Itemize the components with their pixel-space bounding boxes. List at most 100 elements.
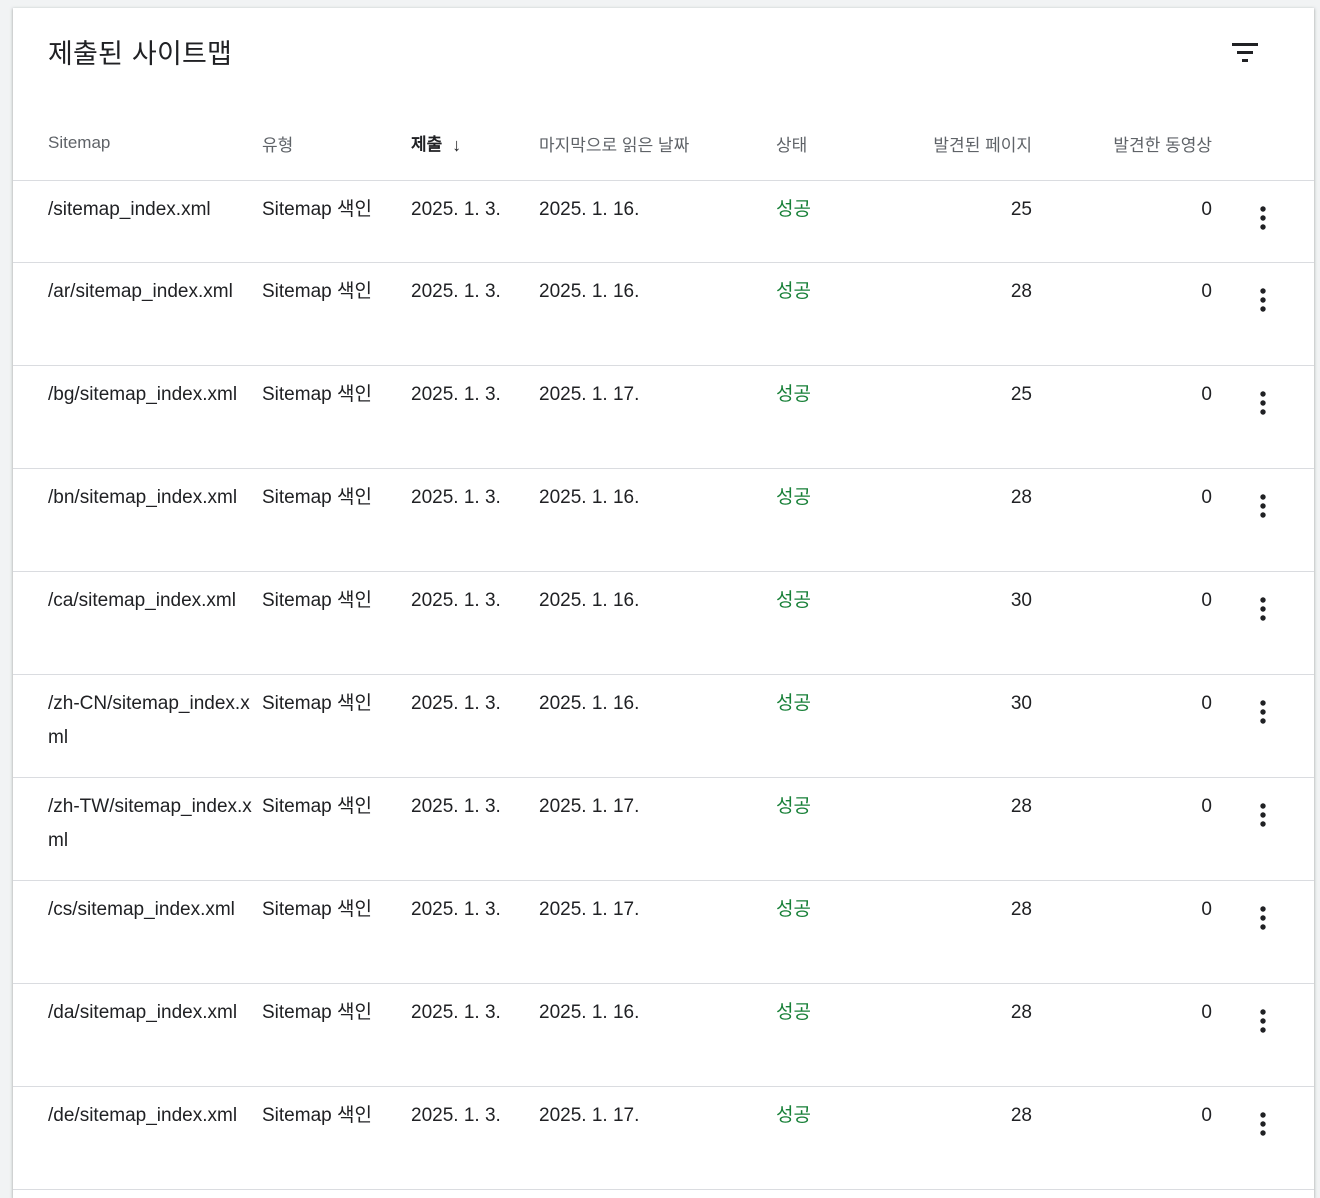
sitemap-type: Sitemap 색인	[262, 281, 372, 302]
sitemap-path[interactable]: /cs/sitemap_index.xml	[48, 893, 262, 927]
row-pad	[13, 262, 48, 366]
discovered-videos: 0	[1201, 899, 1212, 920]
discovered-videos: 0	[1201, 199, 1212, 220]
more-vert-icon[interactable]	[1251, 1008, 1275, 1038]
submitted-date: 2025. 1. 3.	[411, 487, 501, 508]
actions-cell	[1212, 880, 1314, 984]
table-row[interactable]: /de/sitemap_index.xml Sitemap 색인 2025. 1…	[13, 1086, 1314, 1190]
videos-cell: 0	[1032, 983, 1212, 1087]
discovered-videos: 0	[1201, 281, 1212, 302]
table-row[interactable]: /bg/sitemap_index.xml Sitemap 색인 2025. 1…	[13, 365, 1314, 469]
videos-cell: 0	[1032, 674, 1212, 778]
more-vert-icon[interactable]	[1251, 802, 1275, 832]
actions-cell	[1212, 262, 1314, 366]
header-discovered-pages[interactable]: 발견된 페이지	[876, 106, 1032, 181]
table-row[interactable]: /cs/sitemap_index.xml Sitemap 색인 2025. 1…	[13, 880, 1314, 984]
type-cell: Sitemap 색인	[262, 571, 411, 675]
table-row[interactable]: /sitemap_index.xml Sitemap 색인 2025. 1. 3…	[13, 180, 1314, 263]
type-cell: Sitemap 색인	[262, 983, 411, 1087]
type-cell: Sitemap 색인	[262, 262, 411, 366]
status-cell: 성공	[776, 180, 876, 263]
sitemap-type: Sitemap 색인	[262, 1105, 372, 1126]
type-cell: Sitemap 색인	[262, 880, 411, 984]
row-pad	[13, 468, 48, 572]
pages-cell: 30	[876, 674, 1032, 778]
discovered-pages: 28	[1010, 1105, 1032, 1126]
submitted-date: 2025. 1. 3.	[411, 1105, 501, 1126]
submitted-date: 2025. 1. 3.	[411, 899, 501, 920]
last-read-date: 2025. 1. 17.	[539, 1105, 640, 1126]
videos-cell: 0	[1032, 880, 1212, 984]
table-row[interactable]: /zh-TW/sitemap_index.xml Sitemap 색인 2025…	[13, 777, 1314, 881]
sitemap-path-cell: /ca/sitemap_index.xml	[48, 571, 262, 675]
header-sitemap[interactable]: Sitemap	[48, 106, 262, 181]
status-text: 성공	[776, 1002, 811, 1023]
sitemap-path[interactable]: /ar/sitemap_index.xml	[48, 275, 262, 309]
last-read-cell: 2025. 1. 16.	[539, 674, 776, 778]
last-read-cell: 2025. 1. 16.	[539, 983, 776, 1087]
status-text: 성공	[776, 693, 811, 714]
submitted-cell: 2025. 1. 3.	[411, 777, 539, 881]
header-discovered-videos[interactable]: 발견한 동영상	[1032, 106, 1212, 181]
more-vert-icon[interactable]	[1251, 699, 1275, 729]
submitted-cell: 2025. 1. 3.	[411, 365, 539, 469]
sitemap-path-cell: /zh-CN/sitemap_index.xml	[48, 674, 262, 778]
last-read-cell: 2025. 1. 16.	[539, 180, 776, 263]
submitted-date: 2025. 1. 3.	[411, 1002, 501, 1023]
submitted-cell: 2025. 1. 3.	[411, 983, 539, 1087]
discovered-pages: 25	[1010, 384, 1032, 405]
actions-cell	[1212, 571, 1314, 675]
discovered-videos: 0	[1201, 384, 1212, 405]
row-pad	[13, 180, 48, 263]
sitemap-type: Sitemap 색인	[262, 590, 372, 611]
discovered-pages: 28	[1010, 899, 1032, 920]
header-submitted[interactable]: 제출 ↓	[411, 106, 539, 181]
filter-list-icon[interactable]	[1228, 36, 1262, 70]
actions-cell	[1212, 365, 1314, 469]
last-read-cell: 2025. 1. 16.	[539, 262, 776, 366]
row-pad	[13, 880, 48, 984]
table-header-row: Sitemap 유형 제출 ↓ 마지막으로 읽은 날짜 상태 발견된 페이지 발견…	[13, 106, 1314, 181]
more-vert-icon[interactable]	[1251, 596, 1275, 626]
sitemap-path[interactable]: /sitemap_index.xml	[48, 193, 262, 227]
header-status[interactable]: 상태	[776, 106, 876, 181]
sitemap-path-cell: /bg/sitemap_index.xml	[48, 365, 262, 469]
more-vert-icon[interactable]	[1251, 493, 1275, 523]
sitemap-path[interactable]: /zh-TW/sitemap_index.xml	[48, 790, 262, 858]
table-row[interactable]: /da/sitemap_index.xml Sitemap 색인 2025. 1…	[13, 983, 1314, 1087]
row-pad	[13, 983, 48, 1087]
header-pad	[13, 106, 48, 181]
table-row[interactable]: /ca/sitemap_index.xml Sitemap 색인 2025. 1…	[13, 571, 1314, 675]
more-vert-icon[interactable]	[1251, 390, 1275, 420]
status-text: 성공	[776, 487, 811, 508]
submitted-date: 2025. 1. 3.	[411, 281, 501, 302]
pages-cell: 25	[876, 180, 1032, 263]
more-vert-icon[interactable]	[1251, 205, 1275, 235]
discovered-pages: 28	[1010, 487, 1032, 508]
table-row[interactable]: /zh-CN/sitemap_index.xml Sitemap 색인 2025…	[13, 674, 1314, 778]
more-vert-icon[interactable]	[1251, 1111, 1275, 1141]
table-row[interactable]: /ar/sitemap_index.xml Sitemap 색인 2025. 1…	[13, 262, 1314, 366]
discovered-pages: 28	[1010, 1002, 1032, 1023]
sitemap-path[interactable]: /da/sitemap_index.xml	[48, 996, 262, 1030]
more-vert-icon[interactable]	[1251, 905, 1275, 935]
pages-cell: 30	[876, 571, 1032, 675]
sitemap-type: Sitemap 색인	[262, 899, 372, 920]
sitemap-path[interactable]: /zh-CN/sitemap_index.xml	[48, 687, 262, 755]
last-read-date: 2025. 1. 17.	[539, 899, 640, 920]
discovered-pages: 28	[1010, 281, 1032, 302]
sitemap-path[interactable]: /bg/sitemap_index.xml	[48, 378, 262, 412]
header-type[interactable]: 유형	[262, 106, 411, 181]
sitemap-path[interactable]: /de/sitemap_index.xml	[48, 1099, 262, 1133]
row-pad	[13, 777, 48, 881]
sitemap-path[interactable]: /bn/sitemap_index.xml	[48, 481, 262, 515]
table-row[interactable]: /bn/sitemap_index.xml Sitemap 색인 2025. 1…	[13, 468, 1314, 572]
discovered-videos: 0	[1201, 1105, 1212, 1126]
status-cell: 성공	[776, 880, 876, 984]
sitemap-path[interactable]: /ca/sitemap_index.xml	[48, 584, 262, 618]
discovered-videos: 0	[1201, 693, 1212, 714]
submitted-date: 2025. 1. 3.	[411, 693, 501, 714]
sitemap-type: Sitemap 색인	[262, 199, 372, 220]
more-vert-icon[interactable]	[1251, 287, 1275, 317]
header-last-read[interactable]: 마지막으로 읽은 날짜	[539, 106, 776, 181]
